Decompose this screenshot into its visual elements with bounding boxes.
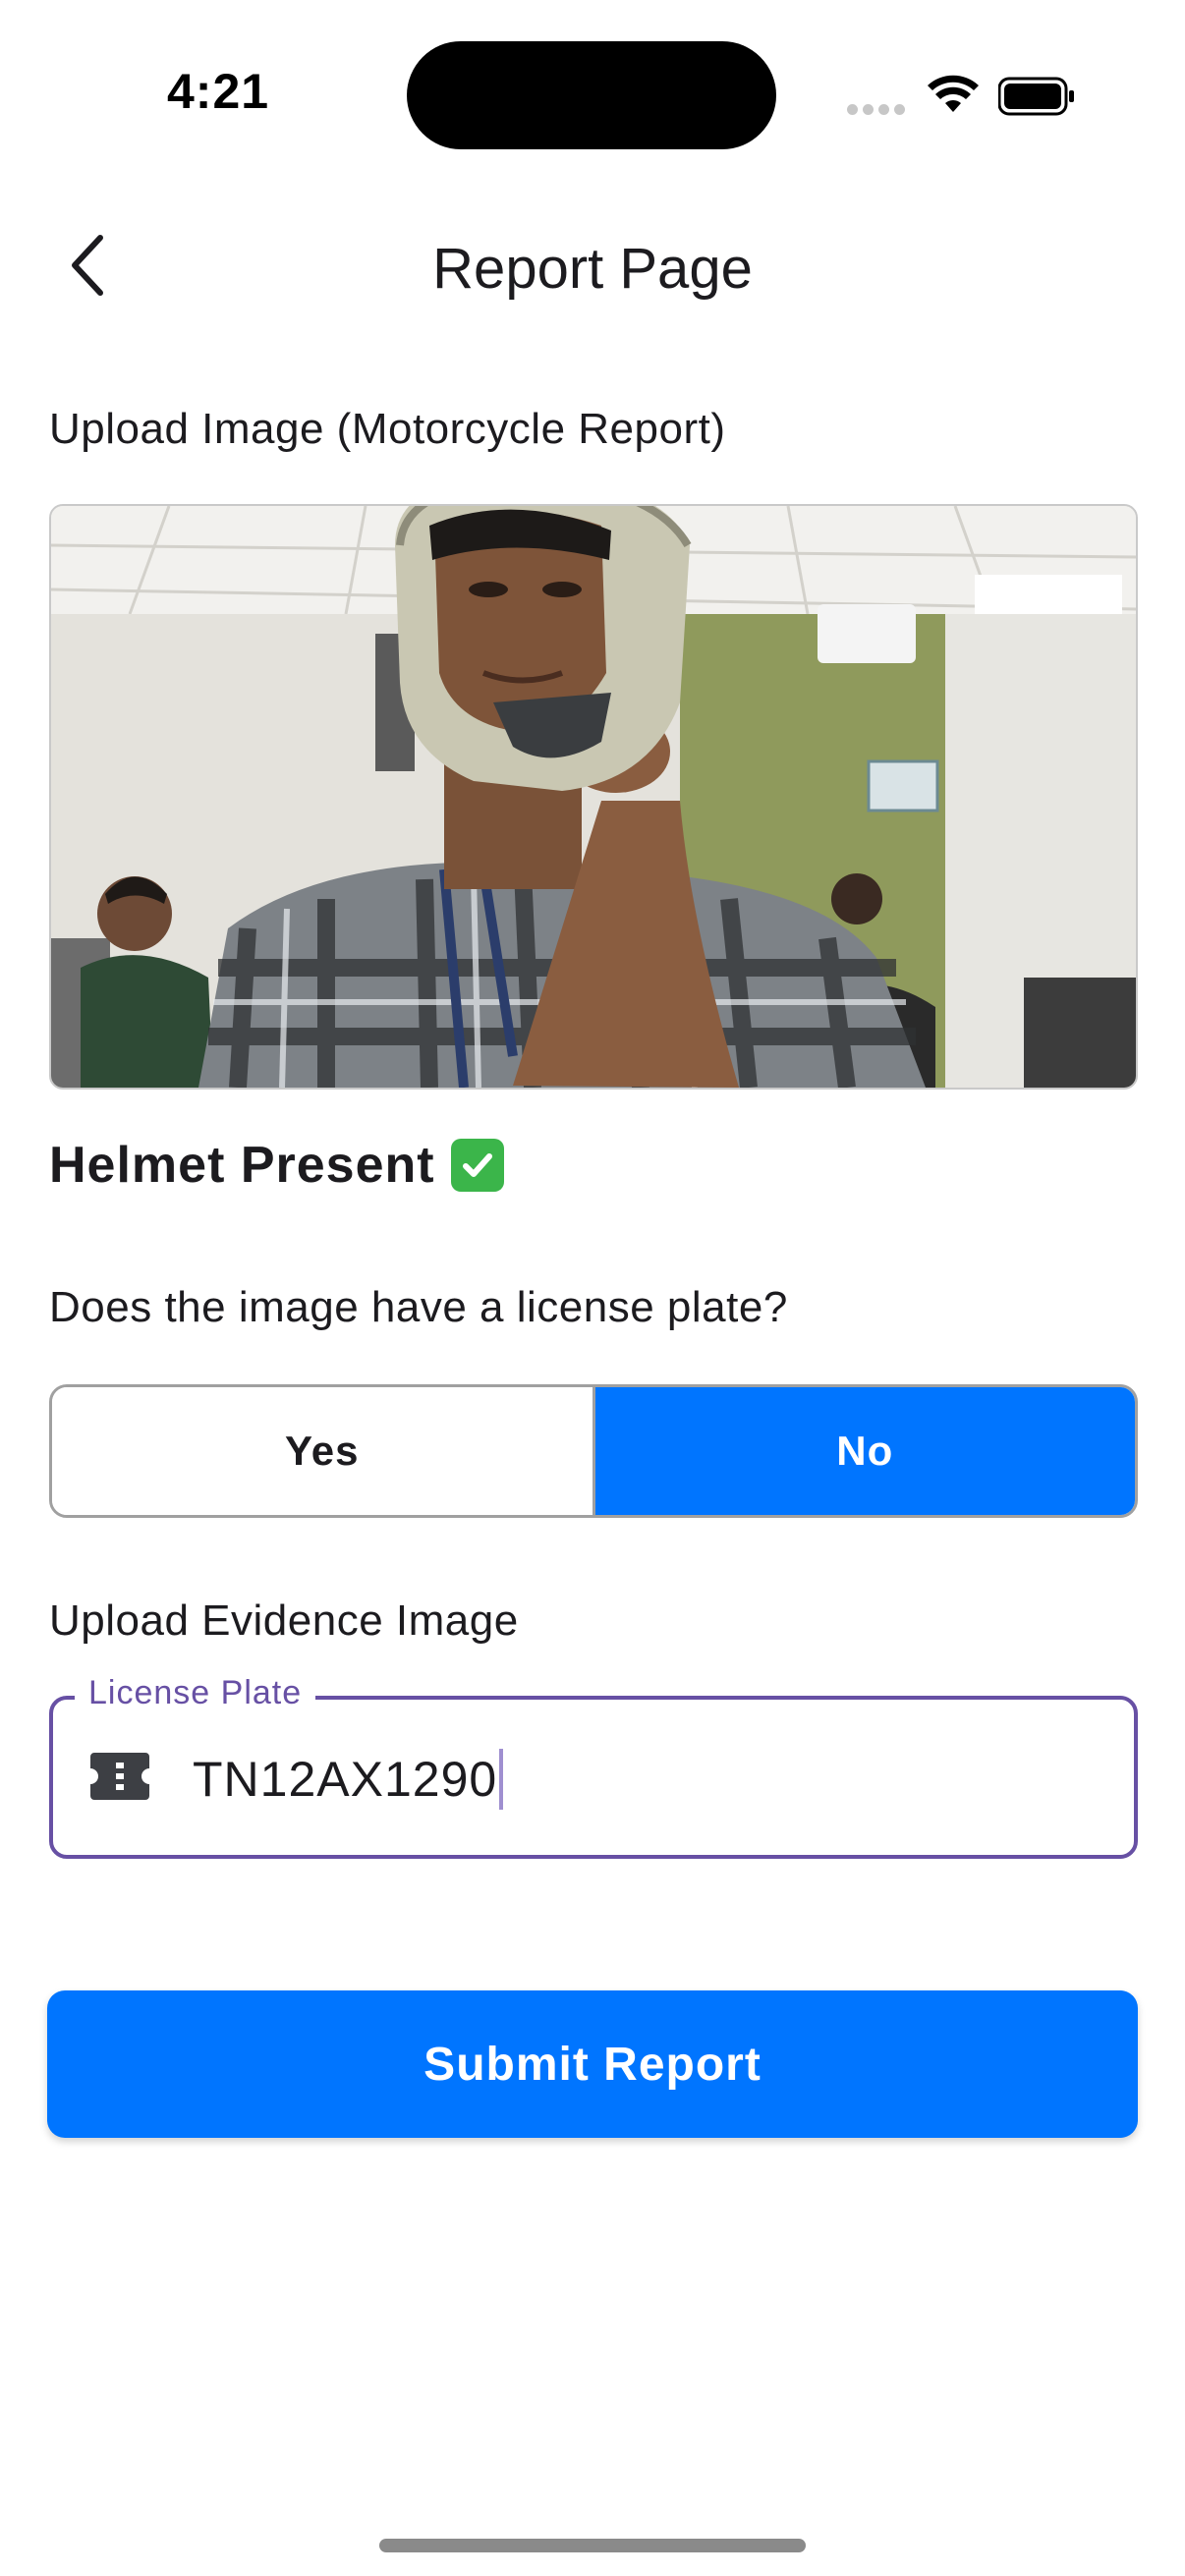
license-plate-value: TN12AX1290: [193, 1752, 498, 1807]
page-title: Report Page: [432, 237, 753, 301]
check-mark-button-icon: [450, 1139, 504, 1192]
license-plate-toggle: Yes No: [49, 1384, 1138, 1518]
status-time: 4:21: [167, 64, 270, 119]
wifi-icon: [928, 75, 979, 112]
uploaded-photo[interactable]: [49, 504, 1138, 1090]
text-caret: [499, 1749, 504, 1810]
uploaded-photo-image: [51, 506, 1136, 1088]
license-plate-field[interactable]: License Plate TN12AX1290: [49, 1674, 1138, 1859]
status-bar: 4:21: [0, 0, 1185, 149]
app-bar: Report Page: [0, 206, 1185, 324]
upload-image-label: Upload Image (Motorcycle Report): [49, 405, 726, 453]
helmet-status-text: Helmet Present: [49, 1137, 435, 1194]
cellular-signal-icon: [847, 102, 910, 120]
license-plate-field-label: License Plate: [75, 1674, 316, 1712]
license-plate-input[interactable]: TN12AX1290: [193, 1749, 504, 1810]
ticket-icon: [90, 1753, 149, 1800]
battery-icon: [998, 77, 1074, 116]
dynamic-island: [407, 41, 776, 149]
plate-question-label: Does the image have a license plate?: [49, 1283, 788, 1331]
home-indicator[interactable]: [379, 2539, 806, 2552]
option-no-button[interactable]: No: [594, 1387, 1135, 1515]
option-yes-button[interactable]: Yes: [52, 1387, 595, 1515]
evidence-label: Upload Evidence Image: [49, 1596, 519, 1645]
submit-report-button[interactable]: Submit Report: [47, 1990, 1138, 2138]
helmet-status: Helmet Present: [49, 1136, 504, 1195]
